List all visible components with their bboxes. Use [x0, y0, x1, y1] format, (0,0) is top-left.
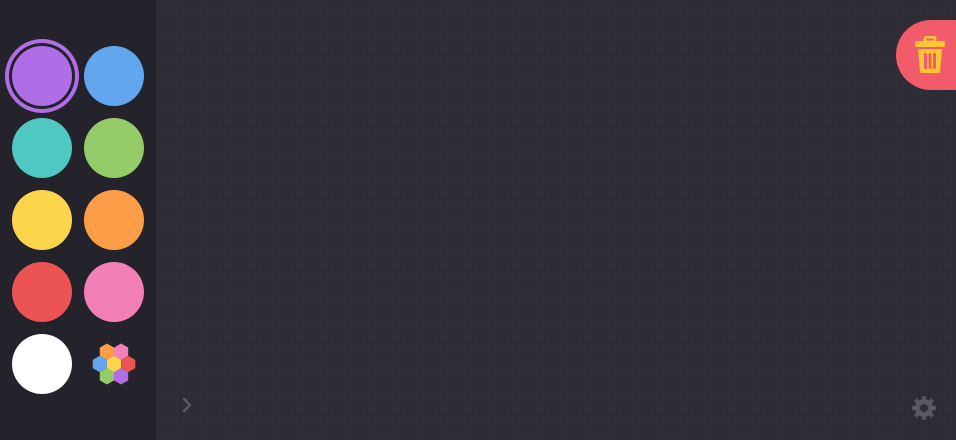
- hexagon-color-wheel-icon: [92, 343, 136, 385]
- expand-palette-button[interactable]: [176, 394, 198, 416]
- color-swatch-yellow[interactable]: [12, 190, 72, 250]
- color-swatch-orange[interactable]: [84, 190, 144, 250]
- color-swatch-green[interactable]: [84, 118, 144, 178]
- trash-icon: [915, 36, 945, 73]
- color-swatch-white[interactable]: [12, 334, 72, 394]
- chevron-right-icon: [182, 397, 192, 413]
- color-swatch-blue[interactable]: [84, 46, 144, 106]
- custom-color-picker-button[interactable]: [84, 334, 144, 394]
- drawing-app: [0, 0, 956, 440]
- gear-icon: [912, 396, 936, 420]
- color-swatch-teal[interactable]: [12, 118, 72, 178]
- color-swatch-red[interactable]: [12, 262, 72, 322]
- drawing-canvas[interactable]: [156, 0, 956, 440]
- color-swatch-purple[interactable]: [12, 46, 72, 106]
- color-swatch-pink[interactable]: [84, 262, 144, 322]
- settings-button[interactable]: [909, 393, 939, 423]
- color-palette: [0, 0, 156, 440]
